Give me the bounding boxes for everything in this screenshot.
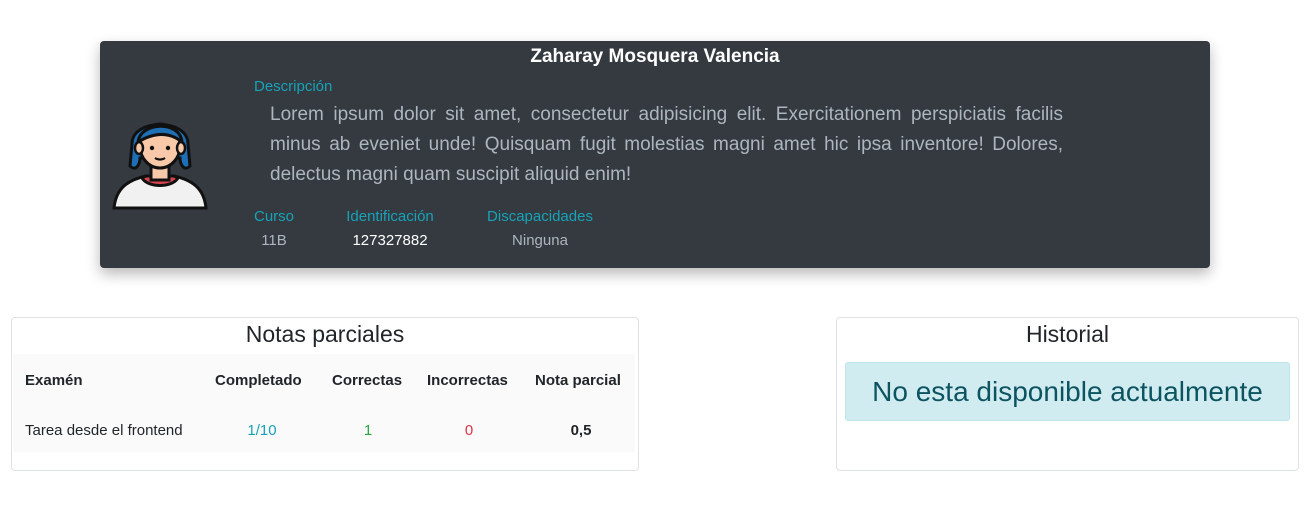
disabilities-value: Ninguna	[512, 232, 568, 249]
student-name: Zaharay Mosquera Valencia	[530, 46, 780, 67]
disabilities-info: Discapacidades Ninguna	[485, 208, 595, 250]
course-label: Curso	[254, 208, 295, 225]
history-card: Historial No esta disponible actualmente	[836, 317, 1299, 471]
disabilities-label: Discapacidades	[487, 208, 593, 225]
student-avatar-icon	[112, 122, 208, 210]
row-correct: 1	[363, 422, 373, 439]
row-incorrect: 0	[464, 422, 474, 439]
partial-grades-table: Examén Completado Correctas Incorrectas …	[13, 354, 635, 452]
partial-grades-title: Notas parciales	[245, 321, 405, 347]
history-title: Historial	[1025, 321, 1110, 347]
row-exam: Tarea desde el frontend	[25, 422, 183, 439]
header-grade: Nota parcial	[535, 372, 621, 389]
course-info: Curso 11B	[254, 208, 294, 250]
id-label: Identificación	[346, 208, 434, 225]
id-info: Identificación 127327882	[342, 208, 438, 250]
header-incorrect: Incorrectas	[427, 372, 508, 389]
description-text: Lorem ipsum dolor sit amet, consectetur …	[270, 104, 1063, 185]
row-grade: 0,5	[570, 422, 592, 439]
partial-grades-card: Notas parciales Examén Completado Correc…	[11, 317, 639, 471]
header-completed: Completado	[215, 372, 302, 389]
student-profile-card: Zaharay Mosquera Valencia Descripción Lo…	[100, 41, 1210, 268]
header-exam: Examén	[25, 372, 83, 389]
history-unavailable-alert: No esta disponible actualmente	[845, 362, 1290, 421]
header-correct: Correctas	[332, 372, 403, 389]
id-value: 127327882	[352, 232, 428, 249]
description-label: Descripción	[254, 78, 333, 95]
row-completed: 1/10	[247, 422, 277, 439]
course-value: 11B	[261, 232, 287, 249]
